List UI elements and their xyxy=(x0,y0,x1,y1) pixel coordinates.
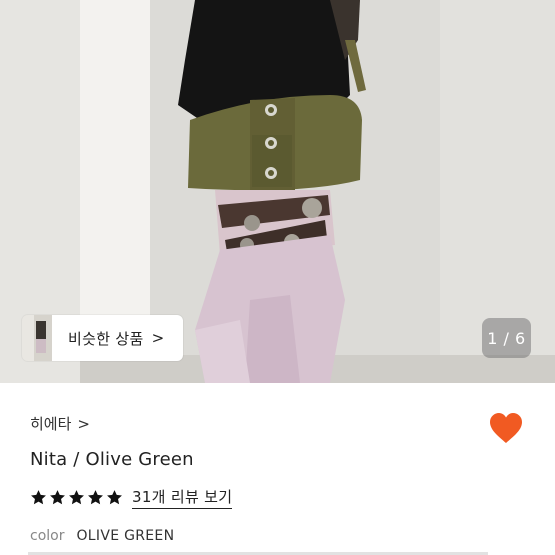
star-icon xyxy=(88,490,103,505)
selected-option: color OLIVE GREEN xyxy=(30,528,174,544)
product-image-carousel[interactable]: 비슷한 상품 > 1 / 6 xyxy=(0,0,555,383)
rating-stars xyxy=(30,489,125,506)
heart-icon xyxy=(490,413,522,443)
like-button[interactable] xyxy=(489,412,523,444)
similar-products-button[interactable]: 비슷한 상품 > xyxy=(22,315,183,361)
rating-row: 31개 리뷰 보기 xyxy=(30,486,233,509)
review-link[interactable]: 31개 리뷰 보기 xyxy=(132,486,233,509)
option-label: color xyxy=(30,528,65,544)
brand-link[interactable]: 히에타 > xyxy=(30,413,90,434)
option-value: OLIVE GREEN xyxy=(76,528,175,544)
similar-products-thumbnail xyxy=(22,315,52,361)
image-page-counter: 1 / 6 xyxy=(482,318,531,358)
similar-products-label: 비슷한 상품 xyxy=(68,329,144,348)
chevron-right-icon: > xyxy=(151,329,165,347)
product-title: Nita / Olive Green xyxy=(30,449,194,470)
star-icon xyxy=(107,490,122,505)
star-icon xyxy=(50,490,65,505)
star-icon xyxy=(31,490,46,505)
chevron-right-icon: > xyxy=(77,414,90,433)
star-icon xyxy=(69,490,84,505)
brand-name: 히에타 xyxy=(30,415,72,433)
